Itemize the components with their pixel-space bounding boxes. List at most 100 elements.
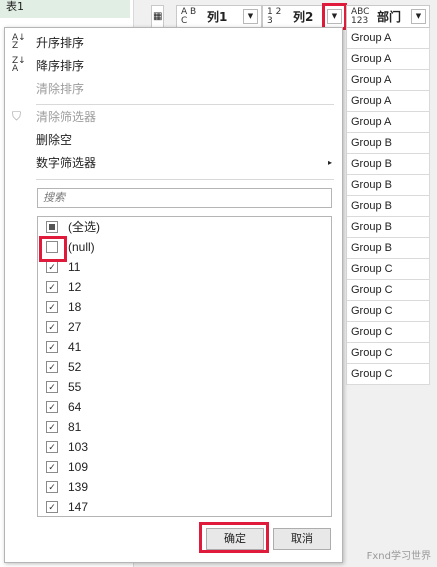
query-item-table1[interactable]: 表1: [0, 0, 130, 18]
dept-cell[interactable]: Group B: [346, 154, 430, 175]
menu-sort-descending-label: 降序排序: [36, 59, 85, 73]
checkbox[interactable]: ✓: [46, 401, 58, 413]
menu-number-filters[interactable]: 数字筛选器 ▸: [5, 152, 342, 174]
menu-sort-ascending[interactable]: A↓ Z 升序排序: [5, 32, 342, 54]
checkbox[interactable]: ✓: [46, 421, 58, 433]
menu-sort-ascending-label: 升序排序: [36, 36, 85, 50]
filter-item-label: 27: [68, 320, 82, 334]
table-menu-button[interactable]: ▦: [151, 5, 164, 28]
filter-item-label: (全选): [68, 220, 100, 234]
filter-item-label: 12: [68, 280, 82, 294]
checkbox[interactable]: ✓: [46, 341, 58, 353]
column-label-1: 列1: [207, 10, 228, 24]
column-3-dropdown-button[interactable]: ▼: [411, 9, 426, 24]
checkbox[interactable]: ✓: [46, 501, 58, 513]
any-type-icon[interactable]: ABC 123: [351, 7, 373, 26]
dept-cell[interactable]: Group C: [346, 301, 430, 322]
menu-remove-empty[interactable]: 删除空: [5, 129, 342, 151]
column-header-1[interactable]: A B C 列1 ▼: [176, 5, 262, 28]
dept-cell[interactable]: Group B: [346, 217, 430, 238]
dept-cell[interactable]: Group C: [346, 322, 430, 343]
checkbox[interactable]: [46, 221, 58, 233]
dept-cell[interactable]: Group A: [346, 49, 430, 70]
checkbox[interactable]: ✓: [46, 441, 58, 453]
column-header-3[interactable]: ABC 123 部门 ▼: [346, 5, 430, 28]
menu-clear-filter[interactable]: ⛉ 清除筛选器: [5, 106, 342, 128]
filter-item-label: 147: [68, 500, 89, 514]
filter-item-label: 139: [68, 480, 89, 494]
text-type-icon[interactable]: A B C: [181, 7, 203, 26]
filter-item-label: 11: [68, 260, 81, 274]
column-1-dropdown-button[interactable]: ▼: [243, 9, 258, 24]
highlight-dropdown: [322, 3, 347, 30]
filter-list-item[interactable]: ✓ 55: [38, 377, 331, 397]
clear-filter-icon: ⛉: [12, 109, 22, 123]
filter-list-item[interactable]: (全选): [38, 217, 331, 237]
sort-ascending-icon: A↓ Z: [12, 33, 26, 51]
filter-item-label: 64: [68, 400, 82, 414]
filter-list-item[interactable]: ✓ 109: [38, 457, 331, 477]
checkbox[interactable]: ✓: [46, 381, 58, 393]
table-icon: ▦: [153, 11, 163, 22]
filter-list-item[interactable]: (null): [38, 237, 331, 257]
checkbox[interactable]: ✓: [46, 261, 58, 273]
dept-cell[interactable]: Group B: [346, 196, 430, 217]
dept-cell[interactable]: Group B: [346, 175, 430, 196]
dept-cell[interactable]: Group C: [346, 364, 430, 385]
dept-cell[interactable]: Group A: [346, 91, 430, 112]
highlight-ok-button: [199, 522, 269, 553]
menu-separator: [36, 104, 334, 105]
filter-item-label: 103: [68, 440, 89, 454]
menu-clear-sort-label: 清除排序: [36, 82, 85, 96]
checkbox[interactable]: ✓: [46, 361, 58, 373]
column-label-2: 列2: [293, 10, 314, 24]
submenu-arrow-icon: ▸: [327, 158, 332, 167]
column-label-3: 部门: [377, 10, 402, 24]
checkbox[interactable]: ✓: [46, 321, 58, 333]
filter-item-label: 109: [68, 460, 89, 474]
filter-list-item[interactable]: ✓ 52: [38, 357, 331, 377]
filter-popup: A↓ Z 升序排序 Z↓ A 降序排序 清除排序 ⛉ 清除筛选器 删除空 数字筛选器…: [4, 27, 343, 563]
filter-item-label: 55: [68, 380, 82, 394]
filter-item-label: (null): [68, 240, 95, 254]
filter-item-label: 81: [68, 420, 82, 434]
menu-sort-descending[interactable]: Z↓ A 降序排序: [5, 55, 342, 77]
filter-list-item[interactable]: ✓ 27: [38, 317, 331, 337]
dept-cell[interactable]: Group C: [346, 280, 430, 301]
filter-list-item[interactable]: ✓ 12: [38, 277, 331, 297]
filter-list-item[interactable]: ✓ 18: [38, 297, 331, 317]
filter-value-list[interactable]: (全选) (null) ✓ 11 ✓ 12 ✓ 18 ✓ 27 ✓ 41 ✓ 52 ✓ 55 ✓ 64 ✓ 81 ✓ 10…: [37, 216, 332, 517]
dept-cell[interactable]: Group A: [346, 70, 430, 91]
filter-list-item[interactable]: ✓ 139: [38, 477, 331, 497]
highlight-null-checkbox: [39, 236, 67, 262]
filter-item-label: 41: [68, 340, 82, 354]
watermark: Fxnd学习世界: [366, 551, 431, 562]
filter-item-label: 52: [68, 360, 82, 374]
filter-list-item[interactable]: ✓ 11: [38, 257, 331, 277]
menu-number-filters-label: 数字筛选器: [36, 156, 97, 170]
cancel-button[interactable]: 取消: [273, 528, 331, 550]
dept-cell[interactable]: Group C: [346, 259, 430, 280]
dept-cell[interactable]: Group A: [346, 28, 430, 49]
search-input[interactable]: 搜索: [37, 188, 332, 208]
filter-list-item[interactable]: ✓ 103: [38, 437, 331, 457]
filter-item-label: 18: [68, 300, 82, 314]
checkbox[interactable]: ✓: [46, 301, 58, 313]
menu-clear-filter-label: 清除筛选器: [36, 110, 97, 124]
filter-list-item[interactable]: ✓ 64: [38, 397, 331, 417]
dept-cell[interactable]: Group C: [346, 343, 430, 364]
menu-remove-empty-label: 删除空: [36, 133, 73, 147]
menu-clear-sort[interactable]: 清除排序: [5, 78, 342, 100]
dept-cell[interactable]: Group A: [346, 112, 430, 133]
sort-descending-icon: Z↓ A: [12, 56, 26, 74]
filter-list-item[interactable]: ✓ 81: [38, 417, 331, 437]
filter-list-item[interactable]: ✓ 147: [38, 497, 331, 516]
dept-cell[interactable]: Group B: [346, 238, 430, 259]
filter-list-item[interactable]: ✓ 41: [38, 337, 331, 357]
checkbox[interactable]: ✓: [46, 461, 58, 473]
number-type-icon[interactable]: 1 2 3: [267, 7, 289, 26]
menu-separator: [36, 179, 334, 180]
dept-cell[interactable]: Group B: [346, 133, 430, 154]
checkbox[interactable]: ✓: [46, 281, 58, 293]
checkbox[interactable]: ✓: [46, 481, 58, 493]
